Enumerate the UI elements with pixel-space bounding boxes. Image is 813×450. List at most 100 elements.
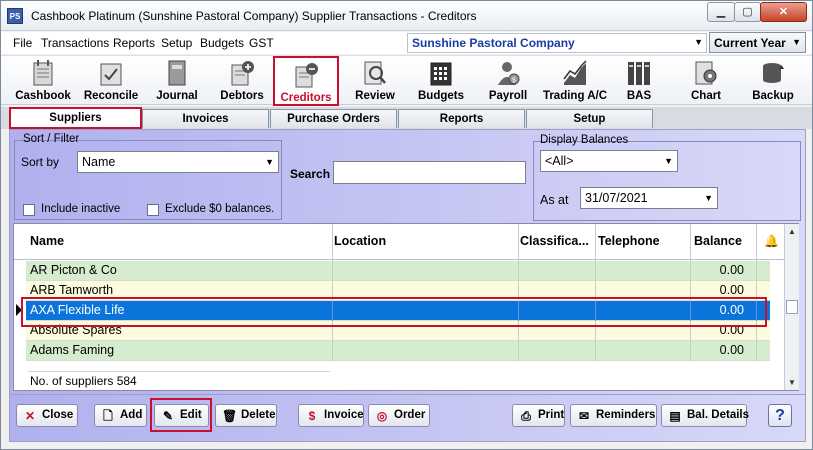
delete-button[interactable]: 🗑 Delete [215,404,277,427]
year-value: Current Year [714,36,786,50]
tab-suppliers[interactable]: Suppliers [9,107,142,129]
toolbar-label: Journal [156,90,198,102]
tab-setup[interactable]: Setup [526,109,653,128]
column-header-telephone[interactable]: Telephone [598,234,660,248]
reconcile-icon [100,63,122,86]
reminders-button[interactable]: ✉ Reminders [570,404,657,427]
scroll-down-icon[interactable]: ▼ [785,375,799,390]
toolbar-label: Trading A/C [542,90,608,102]
invoice-button[interactable]: $ Invoice [298,404,364,427]
close-button[interactable]: ✕ Close [16,404,78,427]
selected-row-highlight [21,297,767,327]
tab-strip: Suppliers Invoices Purchase Orders Repor… [1,107,812,129]
column-header-classification[interactable]: Classifica... [520,234,589,248]
app-window: PS Cashbook Platinum (Sunshine Pastoral … [0,0,813,450]
tab-reports[interactable]: Reports [398,109,525,128]
menu-setup[interactable]: Setup [161,36,192,50]
toolbar-label: Cashbook [15,90,71,102]
toolbar-trading[interactable]: Trading A/C [539,56,611,106]
toolbar-label: Reconcile [83,90,139,102]
add-button[interactable]: 🗋 Add [94,404,147,427]
cell-name: Adams Faming [30,343,115,357]
toolbar-label: Budgets [418,90,464,102]
main-toolbar: Cashbook Reconcile Journal Debtors Credi… [1,55,812,106]
table-row[interactable]: AR Picton & Co 0.00 [26,261,770,281]
sort-by-value: Name [82,155,116,169]
vertical-scrollbar[interactable]: ▲ ▼ [784,224,799,390]
as-at-label: As at [540,193,569,207]
search-input[interactable] [333,161,526,184]
company-select[interactable]: Sunshine Pastoral Company ▼ [407,33,707,53]
maximize-button[interactable]: ▢ [734,2,761,22]
chevron-down-icon: ▼ [694,37,703,47]
column-header-name[interactable]: Name [30,234,64,248]
document-list-icon: ▤ [669,409,681,423]
debtors-icon [231,61,254,86]
edit-button[interactable]: ✎ Edit [154,404,209,427]
toolbar-label: BAS [626,90,652,102]
order-button[interactable]: ◎ Order [368,404,430,427]
window-title: Cashbook Platinum (Sunshine Pastoral Com… [31,9,477,23]
title-bar: PS Cashbook Platinum (Sunshine Pastoral … [1,1,812,31]
help-button[interactable]: ? [768,404,792,427]
display-balances-title: Display Balances [540,134,629,146]
display-balances-group: Display Balances <All> ▼ As at 31/07/202… [533,134,801,221]
toolbar-journal[interactable]: Journal [147,56,207,106]
bell-icon[interactable]: 🔔 [764,234,779,248]
toolbar-budgets[interactable]: Budgets [409,56,473,106]
close-x-icon: ✕ [24,409,36,423]
menu-file[interactable]: File [13,36,32,50]
tab-purchase-orders[interactable]: Purchase Orders [270,109,397,128]
budgets-icon [430,62,452,86]
print-button[interactable]: ⎙ Print [512,404,565,427]
dollar-icon: $ [308,409,316,423]
menu-gst[interactable]: GST [249,36,274,50]
toolbar-debtors[interactable]: Debtors [211,56,273,106]
year-select[interactable]: Current Year ▼ [709,32,806,53]
toolbar-label: Chart [690,90,722,102]
sort-by-select[interactable]: Name ▼ [77,151,279,173]
scroll-thumb[interactable] [786,300,798,314]
chart-icon [695,61,717,85]
creditors-icon [295,63,318,88]
toolbar-review[interactable]: Review [345,56,405,106]
minimize-button[interactable]: ▁ [707,2,735,22]
cell-name: AR Picton & Co [30,263,117,277]
tab-invoices[interactable]: Invoices [142,109,269,128]
scroll-up-icon[interactable]: ▲ [785,224,799,239]
app-logo-icon: PS [7,8,23,24]
exclude-zero-checkbox[interactable] [147,204,159,216]
supplier-count: No. of suppliers 584 [28,371,330,389]
toolbar-chart[interactable]: Chart [677,56,735,106]
toolbar-creditors[interactable]: Creditors [273,56,339,106]
as-at-date-picker[interactable]: 31/07/2021 ▼ [580,187,718,209]
company-name: Sunshine Pastoral Company [412,36,575,50]
toolbar-label: Creditors [280,92,332,104]
toolbar-payroll[interactable]: $ Payroll [477,56,539,106]
menu-transactions[interactable]: Transactions [41,36,109,50]
cashbook-icon [33,60,53,86]
new-document-icon: 🗋 [103,409,113,423]
reminder-icon: ✉ [578,409,590,423]
include-inactive-checkbox[interactable] [23,204,35,216]
menu-reports[interactable]: Reports [113,36,155,50]
toolbar-backup[interactable]: Backup [745,56,801,106]
payroll-icon: $ [498,62,520,85]
column-header-location[interactable]: Location [334,234,386,248]
display-balances-value: <All> [545,154,574,168]
cell-name: ARB Tamworth [30,283,114,297]
toolbar-bas[interactable]: BAS [615,56,663,106]
exclude-zero-label: Exclude $0 balances. [165,203,275,215]
toolbar-reconcile[interactable]: Reconcile [79,56,143,106]
column-header-balance[interactable]: Balance [694,234,742,248]
search-label: Search [290,167,331,181]
review-icon [364,61,386,85]
toolbar-cashbook[interactable]: Cashbook [7,56,79,106]
chevron-down-icon: ▼ [664,156,673,166]
chevron-down-icon: ▼ [265,157,274,167]
table-row[interactable]: Adams Faming 0.00 [26,341,770,361]
menu-budgets[interactable]: Budgets [200,36,244,50]
bal-details-button[interactable]: ▤ Bal. Details [661,404,749,427]
close-window-button[interactable]: ✕ [760,2,807,22]
display-balances-select[interactable]: <All> ▼ [540,150,678,172]
